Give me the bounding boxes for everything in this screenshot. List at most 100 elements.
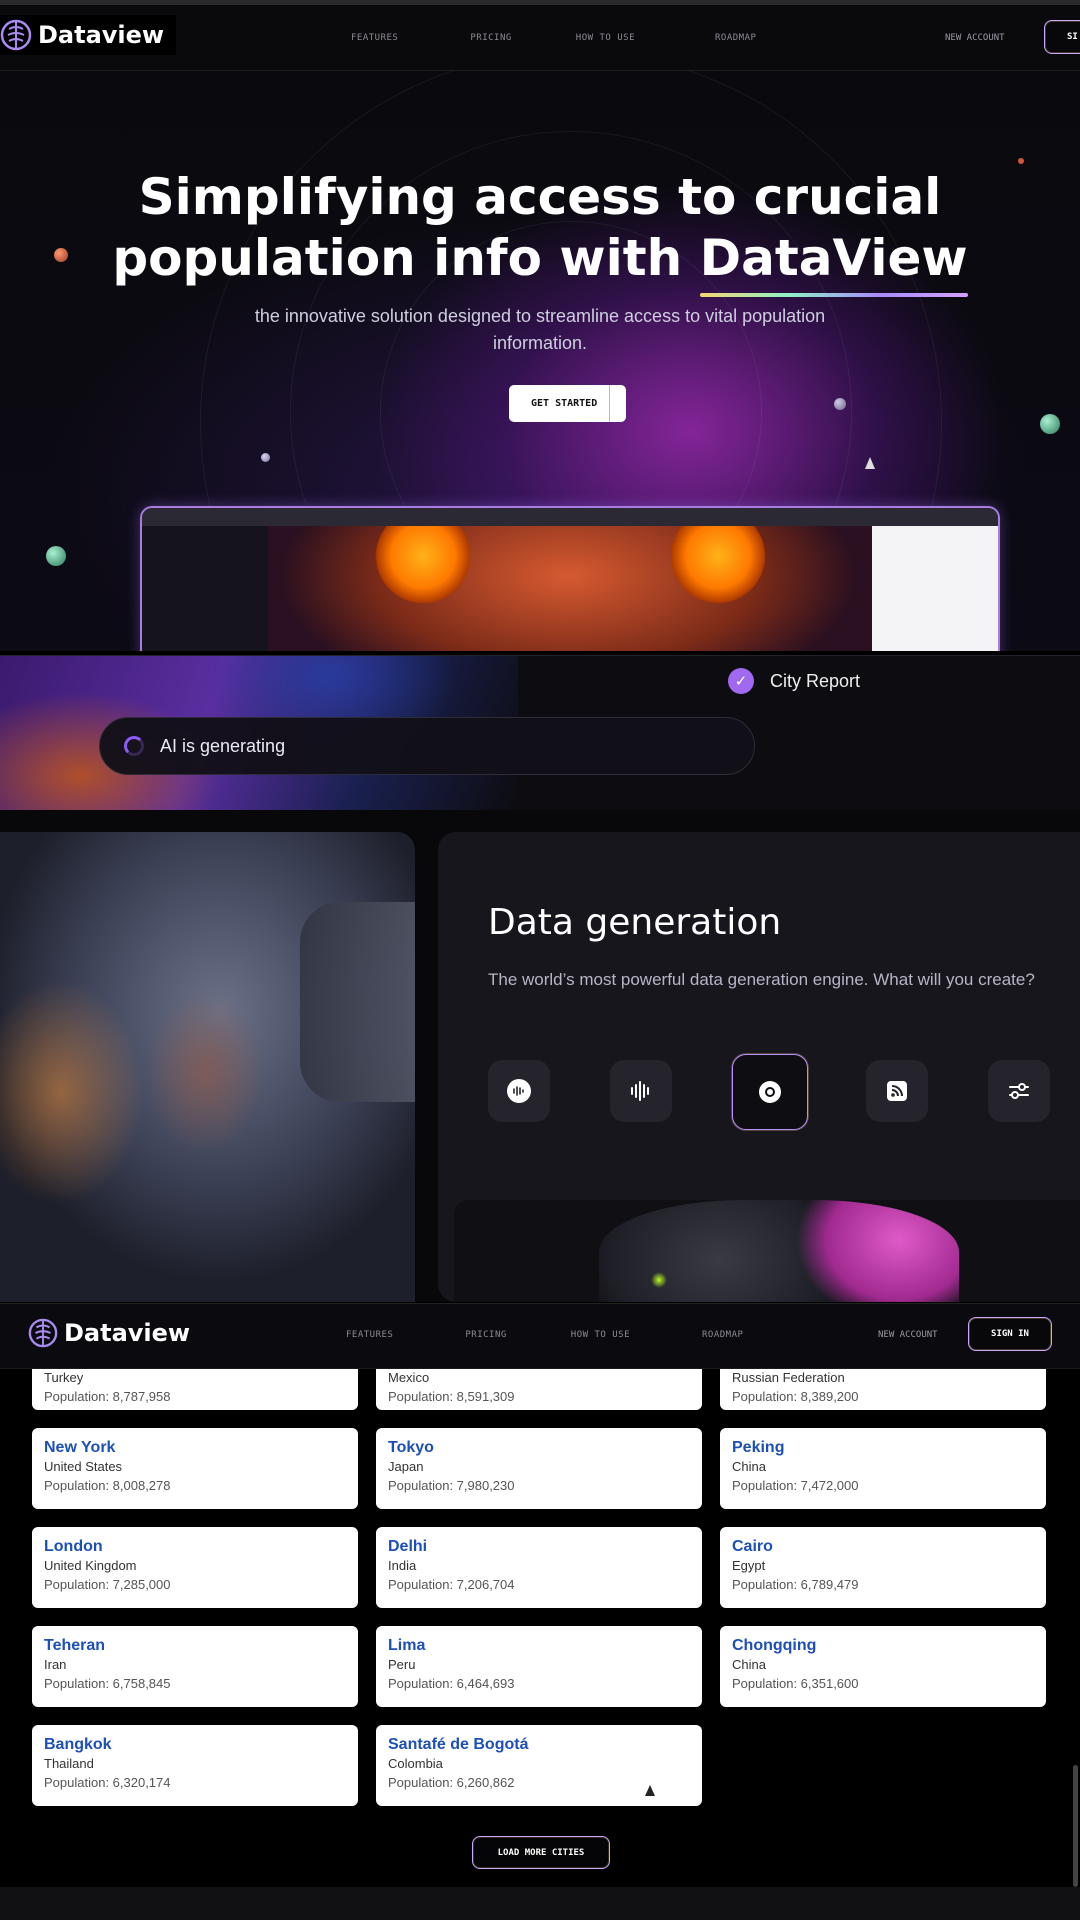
mouse-cursor-icon	[865, 457, 875, 469]
nav-link-features[interactable]: FEATURES	[351, 33, 398, 43]
city-country: Japan	[388, 1459, 424, 1474]
planet-dot	[1040, 414, 1060, 434]
audio-waveform-icon	[507, 1079, 531, 1103]
main-menu: FEATURES PRICING HOW TO USE ROADMAP	[351, 33, 756, 43]
city-country: India	[388, 1558, 417, 1573]
get-started-button[interactable]: GET STARTED	[509, 385, 626, 422]
rss-feed-icon	[887, 1081, 907, 1101]
city-card[interactable]: Tokyo Japan Population: 7,980,230	[376, 1428, 702, 1509]
city-card[interactable]: Russian Federation Population: 8,389,200	[720, 1369, 1046, 1410]
preview-titlebar	[142, 508, 998, 526]
city-report-item: ✓ City Report	[728, 668, 860, 694]
data-generation-description: The world’s most powerful data generatio…	[488, 970, 1035, 989]
city-country: Thailand	[44, 1756, 94, 1771]
city-population: Population: 6,351,600	[732, 1676, 859, 1691]
loading-spinner-icon	[124, 736, 144, 756]
app-preview-window	[140, 506, 1000, 651]
sign-in-button[interactable]: SIGN IN	[968, 1317, 1052, 1351]
nav-link-how-to-use[interactable]: HOW TO USE	[571, 1330, 630, 1340]
city-population: Population: 7,285,000	[44, 1577, 171, 1592]
city-card[interactable]: Lima Peru Population: 6,464,693	[376, 1626, 702, 1707]
city-card[interactable]: Bangkok Thailand Population: 6,320,174	[32, 1725, 358, 1806]
city-population: Population: 7,472,000	[732, 1478, 859, 1493]
city-population: Population: 8,389,200	[732, 1389, 859, 1404]
brand-logo[interactable]: Dataview	[28, 1318, 190, 1348]
brand-logo[interactable]: Dataview	[0, 15, 177, 55]
hero-subtitle: the innovative solution designed to stre…	[254, 306, 826, 353]
preview-side-panel	[872, 526, 998, 651]
city-country: Egypt	[732, 1558, 766, 1573]
planet-dot	[834, 398, 846, 410]
sticky-navbar: Dataview FEATURES PRICING HOW TO USE ROA…	[0, 1303, 1080, 1369]
planet-dot	[261, 453, 270, 462]
hero-title-line1: Simplifying access to crucial	[138, 168, 942, 226]
nav-link-pricing[interactable]: PRICING	[470, 33, 511, 43]
planet-dot	[1018, 158, 1024, 164]
audio-waveform-button[interactable]	[488, 1060, 550, 1122]
nav-link-roadmap[interactable]: ROADMAP	[715, 33, 756, 43]
city-name-link[interactable]: New York	[44, 1438, 346, 1458]
city-population: Population: 8,591,309	[388, 1389, 515, 1404]
city-country: China	[732, 1459, 766, 1474]
nav-link-roadmap[interactable]: ROADMAP	[702, 1330, 743, 1340]
planet-dot	[46, 546, 66, 566]
city-card[interactable]: New York United States Population: 8,008…	[32, 1428, 358, 1509]
nav-link-features[interactable]: FEATURES	[346, 1330, 393, 1340]
city-population: Population: 6,320,174	[44, 1775, 171, 1790]
city-population: Population: 8,787,958	[44, 1389, 171, 1404]
data-generation-section: Data generation The world’s most powerfu…	[0, 810, 1080, 1302]
nav-link-how-to-use[interactable]: HOW TO USE	[576, 33, 635, 43]
nav-link-pricing[interactable]: PRICING	[465, 1330, 506, 1340]
hero-section: Simplifying access to crucial population…	[0, 71, 1080, 651]
brand-name: Dataview	[38, 21, 165, 49]
city-name-link[interactable]: Teheran	[44, 1636, 346, 1656]
city-population: Population: 6,464,693	[388, 1676, 515, 1691]
target-circle-icon	[759, 1081, 781, 1103]
helmet-shade	[300, 902, 415, 1102]
city-card[interactable]: Delhi India Population: 7,206,704	[376, 1527, 702, 1608]
city-card[interactable]: Peking China Population: 7,472,000	[720, 1428, 1046, 1509]
city-grid: Turkey Population: 8,787,958 Mexico Popu…	[32, 1369, 1048, 1806]
cities-section: Turkey Population: 8,787,958 Mexico Popu…	[0, 1369, 1080, 1887]
data-generation-card: Data generation The world’s most powerfu…	[438, 832, 1080, 1302]
sliders-button[interactable]	[988, 1060, 1050, 1122]
city-country: Colombia	[388, 1756, 443, 1771]
city-card[interactable]: Cairo Egypt Population: 6,789,479	[720, 1527, 1046, 1608]
new-account-link[interactable]: NEW ACCOUNT	[878, 1330, 938, 1340]
city-name-link[interactable]: Cairo	[732, 1537, 1034, 1557]
city-country: Mexico	[388, 1370, 430, 1385]
city-card[interactable]: London United Kingdom Population: 7,285,…	[32, 1527, 358, 1608]
city-card[interactable]: Mexico Population: 8,591,309	[376, 1369, 702, 1410]
city-card[interactable]: Turkey Population: 8,787,958	[32, 1369, 358, 1410]
city-report-label: City Report	[770, 670, 861, 691]
city-name-link[interactable]: Bangkok	[44, 1735, 346, 1755]
robot-head	[599, 1200, 959, 1302]
city-country: Russian Federation	[732, 1370, 845, 1385]
soundwave-button[interactable]	[610, 1060, 672, 1122]
city-card[interactable]: Chongqing China Population: 6,351,600	[720, 1626, 1046, 1707]
load-more-cities-button[interactable]: LOAD MORE CITIES	[472, 1836, 610, 1869]
rss-feed-button[interactable]	[866, 1060, 928, 1122]
city-country: China	[732, 1657, 766, 1672]
city-population: Population: 8,008,278	[44, 1478, 171, 1493]
city-name-link[interactable]: Delhi	[388, 1537, 690, 1557]
new-account-link[interactable]: NEW ACCOUNT	[945, 33, 1005, 43]
scrollbar-thumb[interactable]	[1073, 1765, 1078, 1887]
sliders-icon	[1009, 1083, 1029, 1099]
city-name-link[interactable]: Chongqing	[732, 1636, 1034, 1656]
main-menu: FEATURES PRICING HOW TO USE ROADMAP	[346, 1330, 743, 1340]
target-circle-button[interactable]	[732, 1054, 808, 1130]
ai-generating-pill: AI is generating	[99, 717, 755, 775]
ai-status-band: AI is generating ✓ City Report	[0, 655, 1080, 811]
city-name-link[interactable]: Tokyo	[388, 1438, 690, 1458]
city-card[interactable]: Teheran Iran Population: 6,758,845	[32, 1626, 358, 1707]
robot-helmet-image	[0, 832, 415, 1302]
robot-eyes-image	[268, 526, 872, 651]
sign-in-button[interactable]: SI	[1044, 20, 1080, 54]
brain-logo-icon	[0, 19, 32, 51]
city-name-link[interactable]: Lima	[388, 1636, 690, 1656]
top-navbar: Dataview FEATURES PRICING HOW TO USE ROA…	[0, 5, 1080, 71]
city-name-link[interactable]: Peking	[732, 1438, 1034, 1458]
city-name-link[interactable]: Santafé de Bogotá	[388, 1735, 690, 1755]
city-name-link[interactable]: London	[44, 1537, 346, 1557]
